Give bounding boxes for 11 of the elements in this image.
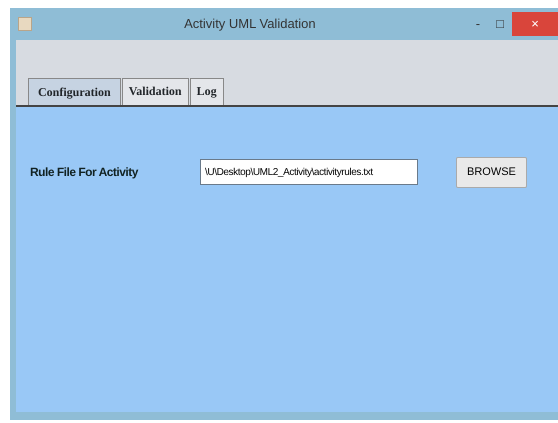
- app-icon: [18, 17, 32, 31]
- window-title: Activity UML Validation: [183, 15, 317, 34]
- minimize-button[interactable]: -: [468, 12, 488, 36]
- field-label: Rule File For Activity: [30, 164, 140, 182]
- file-path-field[interactable]: \U\Desktop\UML2_Activity\activityrules.txt: [200, 159, 418, 186]
- maximize-button[interactable]: □: [488, 12, 512, 36]
- tab[interactable]: Log: [190, 78, 224, 105]
- browse-button[interactable]: BROWSE: [456, 157, 527, 188]
- tab[interactable]: Configuration: [28, 78, 121, 105]
- close-button[interactable]: ×: [512, 12, 558, 36]
- tab[interactable]: Validation: [122, 78, 189, 105]
